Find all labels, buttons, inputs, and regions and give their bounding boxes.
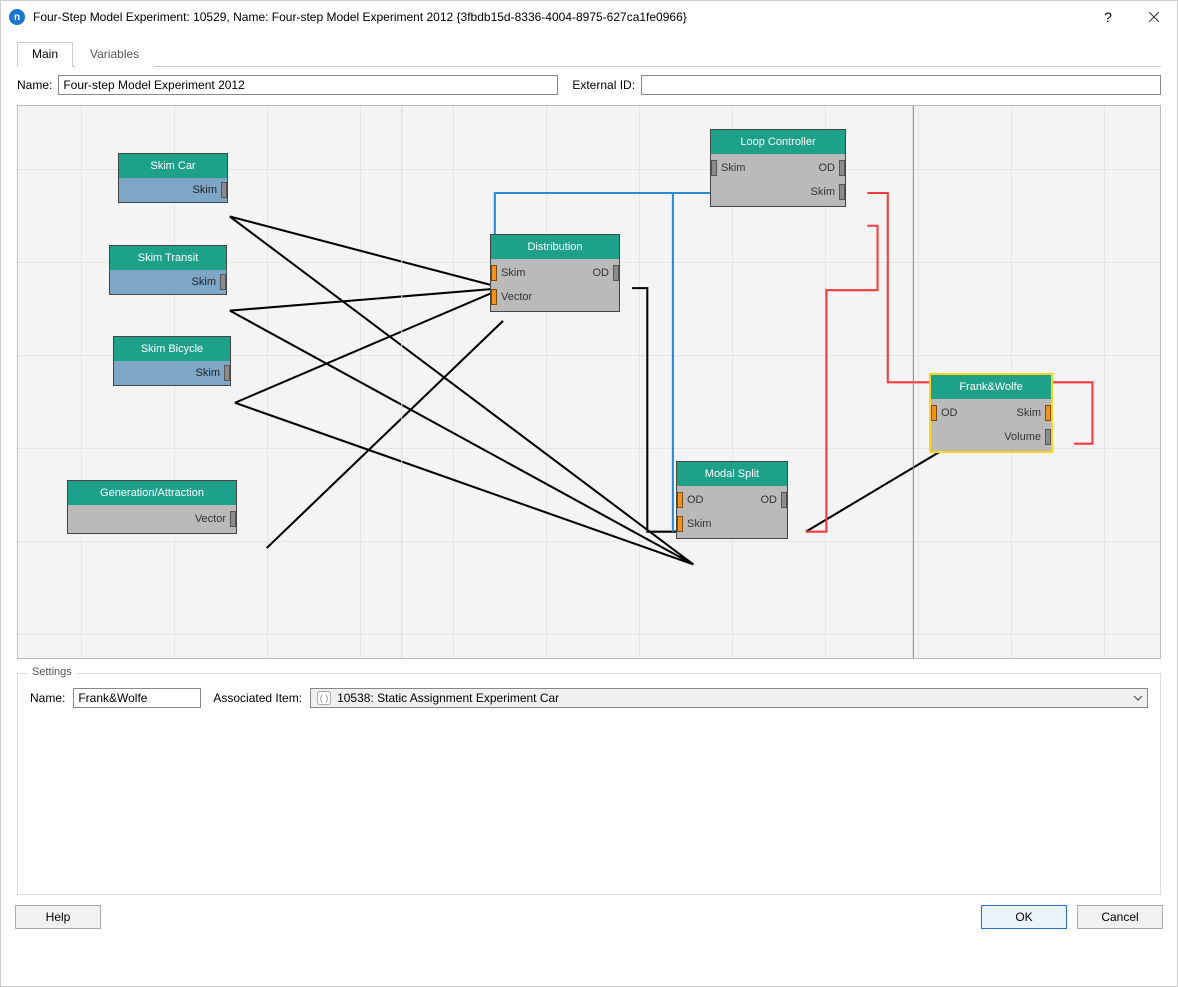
port-label: Skim [193, 184, 217, 196]
port-out[interactable] [230, 511, 236, 527]
node-distribution[interactable]: Distribution Skim OD Vector [490, 234, 620, 312]
node-modal-split[interactable]: Modal Split OD OD Skim [676, 461, 788, 539]
port-out-skim[interactable] [839, 184, 845, 200]
port-label: Skim [1017, 407, 1041, 419]
settings-name-label: Name: [30, 691, 65, 705]
port-label: OD [761, 494, 778, 506]
app-icon: n [9, 9, 25, 25]
graph-canvas[interactable]: Skim Car Skim Skim Transit Skim Skim Bic… [17, 105, 1161, 659]
port-out[interactable] [220, 274, 226, 290]
associated-item-combo[interactable]: ( ) 10538: Static Assignment Experiment … [310, 688, 1148, 708]
name-input[interactable] [58, 75, 558, 95]
port-label: Vector [195, 513, 226, 525]
port-label: Skim [721, 162, 745, 174]
external-id-label: External ID: [572, 78, 635, 92]
node-title: Skim Bicycle [114, 337, 230, 361]
settings-panel: Settings Name: Associated Item: ( ) 1053… [17, 673, 1161, 895]
associated-item-value: 10538: Static Assignment Experiment Car [337, 691, 559, 705]
port-in-od[interactable] [931, 405, 937, 421]
tab-main[interactable]: Main [17, 42, 73, 67]
name-row: Name: External ID: [17, 75, 1161, 95]
port-label: OD [819, 162, 836, 174]
tab-bar: Main Variables [17, 41, 1161, 67]
port-out-skim[interactable] [1045, 405, 1051, 421]
port-out-volume[interactable] [1045, 429, 1051, 445]
node-generation[interactable]: Generation/Attraction Vector [67, 480, 237, 534]
node-title: Frank&Wolfe [931, 375, 1051, 399]
node-title: Distribution [491, 235, 619, 259]
port-label: Vector [501, 291, 532, 303]
node-title: Skim Transit [110, 246, 226, 270]
port-out-od[interactable] [781, 492, 787, 508]
node-loop-controller[interactable]: Loop Controller Skim OD Skim [710, 129, 846, 207]
help-button[interactable]: Help [15, 905, 101, 929]
item-type-icon: ( ) [317, 691, 331, 705]
node-skim-transit[interactable]: Skim Transit Skim [109, 245, 227, 295]
port-in-od[interactable] [677, 492, 683, 508]
port-label: Skim [501, 267, 525, 279]
external-id-input[interactable] [641, 75, 1161, 95]
help-icon[interactable]: ? [1085, 1, 1131, 33]
port-label: OD [593, 267, 610, 279]
node-skim-bicycle[interactable]: Skim Bicycle Skim [113, 336, 231, 386]
settings-name-input[interactable] [73, 688, 201, 708]
port-in-skim[interactable] [711, 160, 717, 176]
close-icon[interactable] [1131, 1, 1177, 33]
port-label: OD [687, 494, 704, 506]
port-in-vector[interactable] [491, 289, 497, 305]
port-label: OD [941, 407, 958, 419]
window-title: Four-Step Model Experiment: 10529, Name:… [33, 10, 1085, 24]
associated-item-label: Associated Item: [213, 691, 302, 705]
node-title: Skim Car [119, 154, 227, 178]
node-frank-wolfe[interactable]: Frank&Wolfe OD Skim Volume [930, 374, 1052, 452]
node-skim-car[interactable]: Skim Car Skim [118, 153, 228, 203]
port-label: Skim [192, 276, 216, 288]
port-out-od[interactable] [839, 160, 845, 176]
port-label: Volume [1004, 431, 1041, 443]
node-title: Loop Controller [711, 130, 845, 154]
port-label: Skim [811, 186, 835, 198]
cancel-button[interactable]: Cancel [1077, 905, 1163, 929]
titlebar: n Four-Step Model Experiment: 10529, Nam… [1, 1, 1177, 33]
settings-legend: Settings [28, 666, 76, 678]
name-label: Name: [17, 78, 52, 92]
chevron-down-icon [1133, 692, 1143, 706]
dialog-footer: Help OK Cancel [1, 895, 1177, 943]
port-out[interactable] [221, 182, 227, 198]
port-label: Skim [196, 367, 220, 379]
node-title: Generation/Attraction [68, 481, 236, 505]
port-in-skim[interactable] [677, 516, 683, 532]
ok-button[interactable]: OK [981, 905, 1067, 929]
port-in-skim[interactable] [491, 265, 497, 281]
node-title: Modal Split [677, 462, 787, 486]
port-out-od[interactable] [613, 265, 619, 281]
port-out[interactable] [224, 365, 230, 381]
port-label: Skim [687, 518, 711, 530]
tab-variables[interactable]: Variables [75, 42, 154, 67]
